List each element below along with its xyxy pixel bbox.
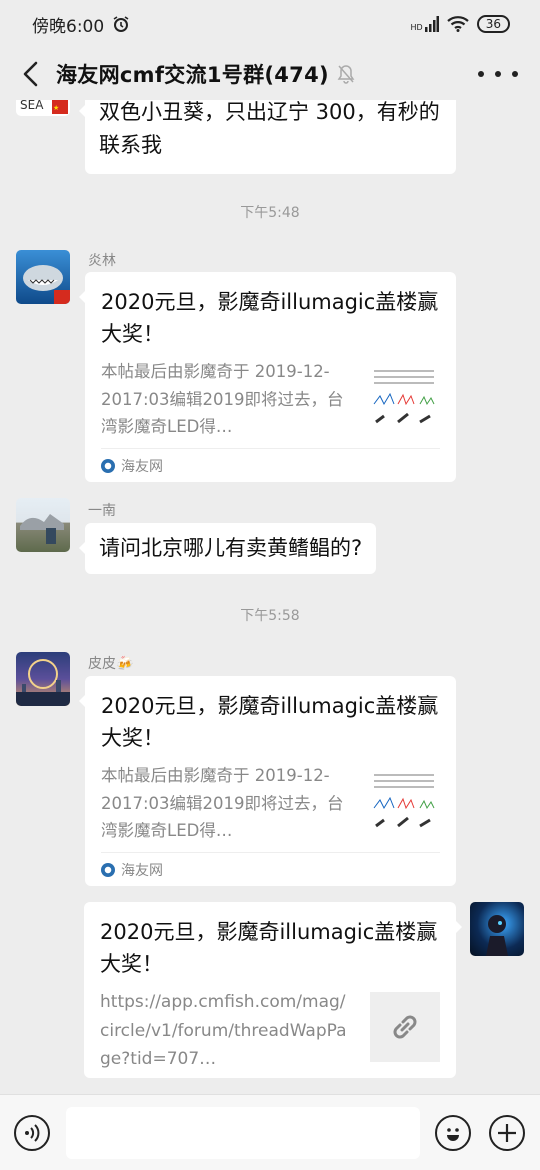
- message-text: 双色小丑葵，只出辽宁 300，有秒的联系我: [99, 100, 440, 157]
- voice-icon: [25, 1124, 40, 1142]
- source-logo-icon: [101, 458, 115, 473]
- chat-title: 海友网cmf交流1号群(474): [56, 63, 329, 87]
- card-title: 2020元旦，影魔奇illumagic盖楼赢大奖！: [101, 290, 439, 346]
- card-url: https://app.cmfish.com/mag/circle/v1/for…: [100, 992, 347, 1069]
- alarm-icon: [113, 16, 129, 32]
- link-card[interactable]: 2020元旦，影魔奇illumagic盖楼赢大奖！ 本帖最后由影魔奇于 2019…: [79, 272, 456, 482]
- composer-bar: [0, 1094, 540, 1170]
- timestamp: 下午5:48: [240, 205, 300, 221]
- sender-name: 炎林: [88, 253, 116, 269]
- more-dot-icon: [478, 71, 484, 77]
- message-list[interactable]: SEA ★ 双色小丑葵，只出辽宁 300，有秒的联系我 下午5:48 炎林 202…: [0, 100, 540, 1094]
- card-description: 本帖最后由影魔奇于 2019-12-2017:03编辑2019即将过去，台湾影魔…: [101, 362, 344, 436]
- message-bubble[interactable]: 双色小丑葵，只出辽宁 300，有秒的联系我: [79, 100, 456, 174]
- status-time: 傍晚6:00: [32, 12, 130, 37]
- mute-bell-icon: [337, 64, 355, 84]
- chevron-left-icon: [23, 61, 38, 87]
- source-logo-icon: [101, 862, 115, 877]
- emoji-icon: [447, 1128, 459, 1141]
- emoji-button[interactable]: [435, 1115, 471, 1151]
- avatar-self[interactable]: [470, 902, 524, 956]
- avatar-yanlin[interactable]: [16, 250, 70, 304]
- avatar-sea[interactable]: SEA ★: [16, 100, 70, 116]
- plus-icon: [498, 1124, 516, 1142]
- source-name: 海友网: [121, 458, 163, 475]
- card-thumbnail: [370, 362, 440, 432]
- card-thumbnail: [370, 766, 440, 836]
- add-button[interactable]: [489, 1115, 525, 1151]
- card-description: 本帖最后由影魔奇于 2019-12-2017:03编辑2019即将过去，台湾影魔…: [101, 766, 344, 840]
- sender-name: 一南: [88, 503, 116, 519]
- svg-text:SEA: SEA: [20, 100, 44, 112]
- sender-name: 皮皮🍻: [88, 656, 134, 672]
- link-thumbnail: [370, 992, 440, 1062]
- card-title: 2020元旦，影魔奇illumagic盖楼赢大奖！: [101, 694, 439, 750]
- message-text: 请问北京哪儿有卖黄鳍鲳的?: [99, 536, 363, 560]
- avatar-pipi[interactable]: [16, 652, 70, 706]
- more-options-button[interactable]: [478, 56, 518, 92]
- hd-signal-icon: HD: [411, 16, 439, 32]
- message-input[interactable]: [66, 1107, 420, 1159]
- card-source: 海友网: [101, 852, 440, 886]
- link-icon: [393, 1015, 417, 1039]
- status-bar: 傍晚6:00 HD 36: [0, 0, 540, 48]
- wifi-icon: [446, 16, 469, 32]
- back-button[interactable]: [14, 54, 48, 94]
- card-source: 海友网: [101, 448, 440, 482]
- card-title: 2020元旦，影魔奇illumagic盖楼赢大奖！: [100, 920, 438, 976]
- link-card[interactable]: 2020元旦，影魔奇illumagic盖楼赢大奖！ 本帖最后由影魔奇于 2019…: [79, 676, 456, 886]
- timestamp: 下午5:58: [240, 608, 300, 624]
- status-icons: HD 36: [411, 15, 510, 33]
- link-card-sent[interactable]: 2020元旦，影魔奇illumagic盖楼赢大奖！ https://app.cm…: [84, 902, 462, 1078]
- avatar-yinan[interactable]: [16, 498, 70, 552]
- svg-text:★: ★: [53, 104, 59, 112]
- message-bubble[interactable]: 请问北京哪儿有卖黄鳍鲳的?: [78, 523, 377, 574]
- source-name: 海友网: [121, 862, 163, 879]
- voice-button[interactable]: [14, 1115, 50, 1151]
- battery-icon: 36: [476, 15, 510, 33]
- chat-header: 海友网cmf交流1号群(474): [0, 48, 540, 100]
- clock-text: 傍晚6:00: [32, 16, 105, 37]
